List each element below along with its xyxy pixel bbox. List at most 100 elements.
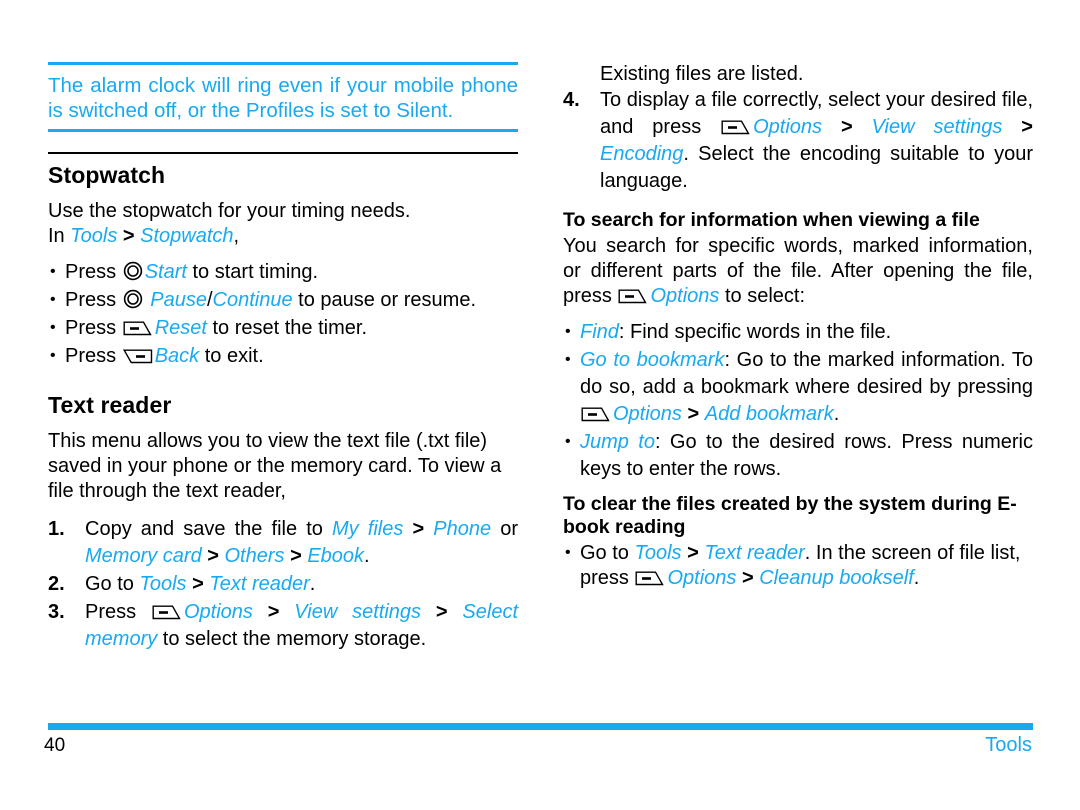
step-number: 2. <box>48 573 65 595</box>
menu-link-options[interactable]: Options <box>753 116 822 138</box>
press-label: Press <box>65 317 122 339</box>
press-label: Press <box>65 261 122 283</box>
menu-link-tools[interactable]: Tools <box>139 573 186 595</box>
menu-link-view-settings[interactable]: View settings <box>294 601 421 623</box>
right-column: Existing files are listed. 4. To display … <box>563 62 1033 591</box>
menu-link-view-settings[interactable]: View settings <box>872 116 1003 138</box>
softkey-label-continue[interactable]: Continue <box>213 289 293 311</box>
list-item: Jump to: Go to the desired rows. Press n… <box>563 428 1033 483</box>
step-text-end: . <box>309 573 316 595</box>
press-label: Press <box>65 345 122 367</box>
text-reader-steps: 1. Copy and save the file to My files > P… <box>48 516 518 653</box>
softkey-label-reset[interactable]: Reset <box>155 317 207 339</box>
menu-link-encoding[interactable]: Encoding <box>600 143 683 165</box>
path-separator: > <box>736 567 760 589</box>
left-soft-key-icon[interactable] <box>152 604 182 621</box>
heading-clear-files: To clear the files created by the system… <box>563 493 1017 538</box>
list-item: 1. Copy and save the file to My files > P… <box>48 516 518 570</box>
stopwatch-intro: Use the stopwatch for your timing needs. <box>48 200 411 222</box>
heading-stopwatch: Stopwatch <box>48 162 166 188</box>
menu-link-options[interactable]: Options <box>667 567 736 589</box>
step-text-end: to select the memory storage. <box>157 628 427 650</box>
bullet-end: . <box>913 567 920 589</box>
path-separator: > <box>822 116 872 138</box>
step-text: Copy and save the file to <box>85 518 333 540</box>
path-separator: > <box>252 601 295 623</box>
path-separator: > <box>403 518 434 540</box>
step-text: Press <box>85 601 151 623</box>
left-soft-key-icon[interactable] <box>581 406 611 423</box>
stopwatch-menu-path: In Tools > Stopwatch, <box>48 224 518 249</box>
bullet-text: : Find specific words in the file. <box>618 321 892 343</box>
list-item: Press Pause/Continue to pause or resume. <box>48 286 518 314</box>
menu-link-my-files[interactable]: My files <box>332 518 403 540</box>
list-item: 4. To display a file correctly, select yo… <box>563 87 1033 195</box>
nav-circle-key-icon[interactable] <box>123 289 143 309</box>
note-text: The alarm clock will ring even if your m… <box>48 74 518 122</box>
left-soft-key-icon[interactable] <box>618 288 648 305</box>
menu-link-memory-card[interactable]: Memory card <box>85 545 202 567</box>
step-text-end: . <box>364 545 370 567</box>
left-soft-key-icon[interactable] <box>721 119 751 136</box>
path-separator: > <box>201 545 225 567</box>
bullet-tail: to exit. <box>199 345 264 367</box>
menu-link-others[interactable]: Others <box>225 545 285 567</box>
path-separator: > <box>681 403 705 425</box>
path-suffix: , <box>233 225 240 247</box>
clear-files-list: Go to Tools > Text reader. In the screen… <box>563 540 1033 591</box>
list-item: Press Start to start timing. <box>48 258 518 286</box>
list-item: 2. Go to Tools > Text reader. <box>48 571 518 598</box>
nav-circle-key-icon[interactable] <box>123 261 143 281</box>
footer-section-label: Tools <box>985 734 1032 756</box>
step-number: 4. <box>563 89 580 111</box>
path-separator: > <box>117 225 141 247</box>
step-text: Go to <box>85 573 140 595</box>
menu-link-ebook[interactable]: Ebook <box>307 545 364 567</box>
bullet-tail: to pause or resume. <box>292 289 477 311</box>
search-options-list: Find: Find specific words in the file. G… <box>563 318 1033 483</box>
manual-page: The alarm clock will ring even if your m… <box>0 0 1080 810</box>
menu-link-text-reader[interactable]: Text reader <box>704 542 804 564</box>
menu-link-jump-to[interactable]: Jump to <box>580 431 655 453</box>
softkey-label-back[interactable]: Back <box>155 345 199 367</box>
path-separator: > <box>681 542 705 564</box>
list-item: Find: Find specific words in the file. <box>563 318 1033 346</box>
menu-link-phone[interactable]: Phone <box>433 518 491 540</box>
menu-link-options[interactable]: Options <box>184 601 253 623</box>
menu-link-add-bookmark[interactable]: Add bookmark <box>705 403 834 425</box>
menu-link-tools[interactable]: Tools <box>634 542 681 564</box>
list-item: Go to Tools > Text reader. In the screen… <box>563 540 1033 591</box>
search-intro: You search for specific words, marked in… <box>563 234 1033 309</box>
heading-text-reader: Text reader <box>48 392 172 418</box>
press-label: Press <box>65 289 122 311</box>
menu-link-stopwatch[interactable]: Stopwatch <box>140 225 233 247</box>
step-number: 3. <box>48 601 65 623</box>
left-soft-key-icon[interactable] <box>123 320 153 337</box>
menu-link-go-to-bookmark[interactable]: Go to bookmark <box>580 349 724 371</box>
softkey-label-start[interactable]: Start <box>145 261 187 283</box>
page-number: 40 <box>44 735 66 756</box>
menu-link-tools[interactable]: Tools <box>70 225 117 247</box>
menu-link-options[interactable]: Options <box>650 285 719 307</box>
continued-steps: 4. To display a file correctly, select yo… <box>563 87 1033 195</box>
step-text-mid: or <box>491 518 519 540</box>
text-reader-intro: This menu allows you to view the text fi… <box>48 430 502 502</box>
path-separator: > <box>186 573 210 595</box>
menu-link-text-reader[interactable]: Text reader <box>209 573 309 595</box>
menu-link-find[interactable]: Find <box>580 321 619 343</box>
note-callout-box: The alarm clock will ring even if your m… <box>48 62 518 132</box>
list-item: Go to bookmark: Go to the marked informa… <box>563 346 1033 428</box>
existing-files-note: Existing files are listed. <box>600 63 804 85</box>
menu-link-options[interactable]: Options <box>613 403 682 425</box>
bullet-text-end: . <box>833 403 840 425</box>
menu-link-cleanup-bookself[interactable]: Cleanup bookself <box>759 567 914 589</box>
left-column: The alarm clock will ring even if your m… <box>48 62 518 654</box>
left-soft-key-icon[interactable] <box>635 570 665 587</box>
softkey-label-pause[interactable]: Pause <box>150 289 207 311</box>
list-item: Press Back to exit. <box>48 342 518 370</box>
right-soft-key-icon[interactable] <box>122 348 153 365</box>
path-separator: > <box>284 545 308 567</box>
path-prefix: In <box>48 225 71 247</box>
path-separator: > <box>1002 116 1033 138</box>
bullet-tail: to start timing. <box>186 261 319 283</box>
